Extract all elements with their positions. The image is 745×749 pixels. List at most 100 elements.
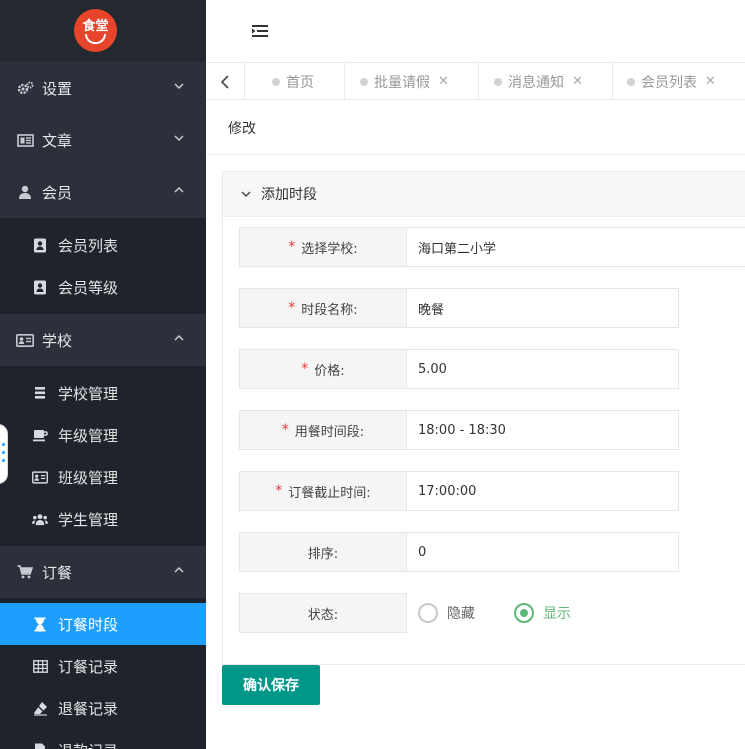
chevron-down-icon (174, 135, 184, 142)
sidebar-item-school-manage[interactable]: 学校管理 (0, 372, 206, 414)
bowl-icon (85, 34, 106, 44)
sidebar-item-meal-periods[interactable]: 订餐时段 (0, 603, 206, 645)
id-card-icon (16, 331, 34, 349)
close-icon[interactable]: ✕ (705, 74, 716, 89)
sidebar-submenu-ordering: 订餐时段 订餐记录 退餐记录 退款记录 (0, 598, 206, 749)
sidebar-group-ordering[interactable]: 订餐 (0, 546, 206, 598)
sidebar-item-label: 会员等级 (58, 278, 119, 297)
chevron-down-icon (241, 191, 251, 197)
required-mark: * (288, 239, 296, 255)
tab-label: 批量请假 (374, 74, 430, 91)
floating-handle[interactable] (0, 424, 8, 484)
sidebar-item-label: 学生管理 (58, 510, 119, 529)
radio-label: 隐藏 (447, 606, 475, 622)
field-label: * 价格: (239, 349, 407, 389)
sidebar-group-school[interactable]: 学校 (0, 314, 206, 366)
tab-label: 消息通知 (508, 74, 564, 91)
sidebar-item-label: 班级管理 (58, 468, 119, 487)
collapse-header[interactable]: 添加时段 (223, 172, 745, 217)
logo[interactable]: 食堂 (74, 9, 117, 52)
meal-time-range-input[interactable]: 18:00 - 18:30 (407, 410, 679, 450)
sidebar-item-label: 会员列表 (58, 236, 119, 255)
sidebar-item-class-manage[interactable]: 班级管理 (0, 456, 206, 498)
address-book-icon (32, 279, 48, 295)
period-name-input[interactable]: 晚餐 (407, 288, 679, 328)
price-input[interactable]: 5.00 (407, 349, 679, 389)
table-icon (32, 658, 48, 674)
field-label: * 订餐截止时间: (239, 471, 407, 511)
radio-checked-icon (514, 603, 534, 623)
sidebar-item-member-level[interactable]: 会员等级 (0, 266, 206, 308)
divider (206, 154, 745, 155)
field-label-text: 排序: (307, 546, 339, 562)
chevron-up-icon (174, 334, 184, 341)
tab-dot-icon (360, 77, 368, 86)
required-mark: * (288, 300, 296, 316)
sidebar-item-order-records[interactable]: 订餐记录 (0, 645, 206, 687)
eraser-icon (32, 700, 48, 716)
sidebar-group-articles[interactable]: 文章 (0, 114, 206, 166)
sidebar-item-refund-records[interactable]: 退款记录 (0, 729, 206, 749)
field-label: * 选择学校: (239, 227, 407, 267)
sidebar-item-label: 订餐记录 (58, 657, 119, 676)
newspaper-icon (16, 131, 34, 149)
tab-label: 首页 (286, 74, 314, 91)
order-deadline-input[interactable]: 17:00:00 (407, 471, 679, 511)
logo-area: 食堂 (0, 0, 206, 62)
tab-member-list[interactable]: 会员列表 ✕ (613, 63, 745, 100)
tab-dot-icon (627, 77, 635, 86)
sidebar-item-student-manage[interactable]: 学生管理 (0, 498, 206, 540)
tab-batch-leave[interactable]: 批量请假 ✕ (345, 63, 479, 100)
sidebar-item-label: 年级管理 (58, 426, 119, 445)
sidebar-item-grade-manage[interactable]: 年级管理 (0, 414, 206, 456)
sidebar-group-settings[interactable]: 设置 (0, 62, 206, 114)
close-icon[interactable]: ✕ (438, 74, 449, 89)
tab-scroll-left-button[interactable] (206, 63, 245, 100)
radio-label: 显示 (543, 606, 571, 622)
sidebar-item-refund-meal-records[interactable]: 退餐记录 (0, 687, 206, 729)
field-label-text: 订餐截止时间: (288, 485, 371, 501)
sidebar-item-label: 退餐记录 (58, 699, 119, 718)
gears-icon (16, 79, 34, 97)
top-header (206, 0, 745, 62)
field-label: * 时段名称: (239, 288, 407, 328)
address-book-icon (32, 237, 48, 253)
sidebar-item-member-list[interactable]: 会员列表 (0, 224, 206, 266)
field-label: * 用餐时间段: (239, 410, 407, 450)
sidebar-item-label: 学校管理 (58, 384, 119, 403)
field-label-text: 选择学校: (301, 241, 358, 257)
tab-home[interactable]: 首页 (245, 63, 345, 100)
users-icon (32, 511, 48, 527)
close-icon[interactable]: ✕ (572, 74, 583, 89)
status-radio-show[interactable]: 显示 (514, 593, 571, 633)
tab-bar: 首页 批量请假 ✕ 消息通知 ✕ 会员列表 ✕ (206, 62, 745, 100)
cart-icon (16, 563, 34, 581)
field-label-text: 状态: (307, 607, 339, 623)
chevron-left-icon (220, 74, 229, 89)
radio-circle-icon (418, 603, 438, 623)
field-label-text: 用餐时间段: (294, 424, 365, 440)
school-select[interactable]: 海口第二小学 (407, 227, 745, 267)
chevron-down-icon (174, 83, 184, 90)
page-title: 修改 (228, 121, 256, 137)
sidebar-group-members[interactable]: 会员 (0, 166, 206, 218)
tab-dot-icon (272, 77, 280, 86)
field-label: 状态: (239, 593, 407, 633)
sidebar-group-label: 订餐 (42, 563, 73, 582)
section-title: 添加时段 (261, 187, 317, 203)
list-icon (32, 385, 48, 401)
sidebar-group-label: 会员 (42, 183, 73, 202)
coffee-icon (32, 427, 48, 443)
menu-toggle-icon[interactable] (252, 24, 268, 38)
tab-label: 会员列表 (641, 74, 697, 91)
status-radio-hide[interactable]: 隐藏 (418, 593, 475, 633)
sort-input[interactable]: 0 (407, 532, 679, 572)
save-button[interactable]: 确认保存 (222, 665, 320, 705)
sidebar-submenu-school: 学校管理 年级管理 班级管理 学生管理 (0, 366, 206, 546)
sidebar-group-label: 设置 (42, 79, 73, 98)
sidebar: 食堂 设置 文章 会员 会员列表 会员等级 学校 学校管理 年级管理 班级管理 … (0, 0, 206, 749)
required-mark: * (275, 483, 283, 499)
user-icon (16, 183, 34, 201)
tab-notifications[interactable]: 消息通知 ✕ (479, 63, 613, 100)
required-mark: * (281, 422, 289, 438)
